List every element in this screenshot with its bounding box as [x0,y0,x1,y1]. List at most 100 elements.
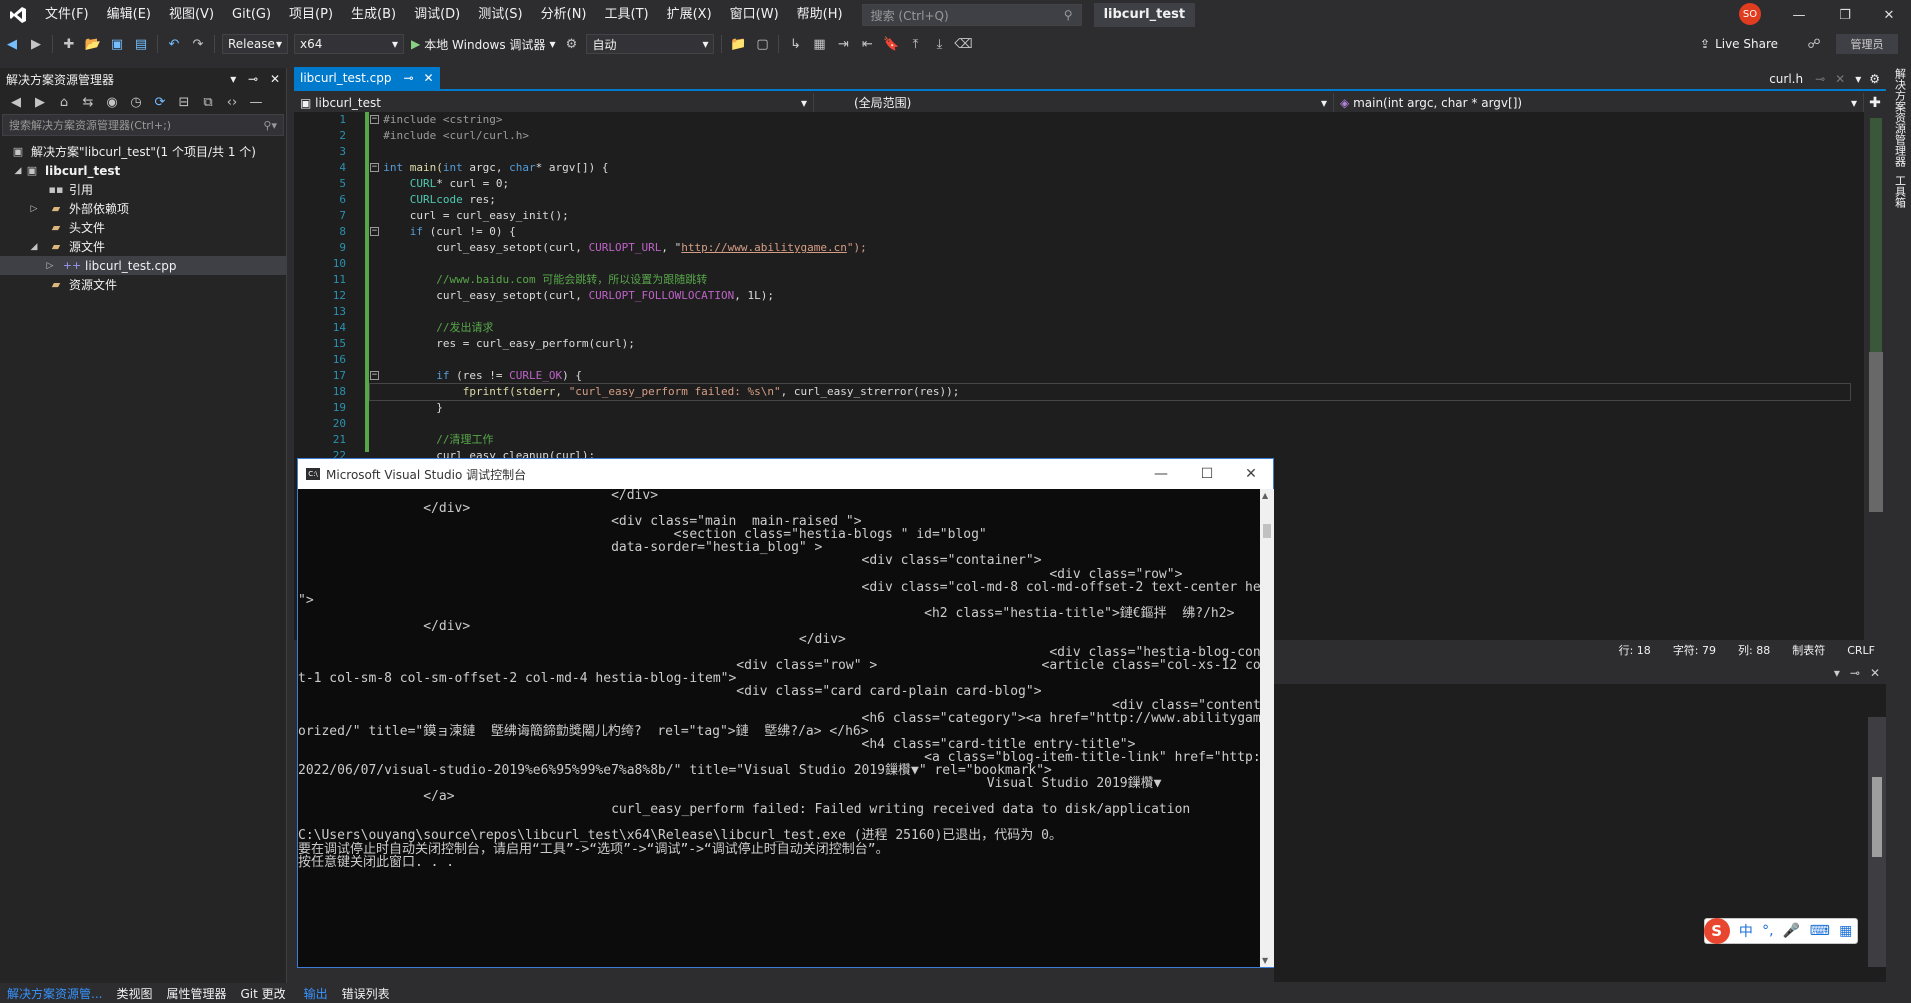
menu-test[interactable]: 测试(S) [469,0,531,30]
tab-property-manager[interactable]: 属性管理器 [159,985,233,1003]
menu-analyze[interactable]: 分析(N) [532,0,596,30]
status-char[interactable]: 字符: 79 [1673,642,1716,658]
tab-curl-h[interactable]: curl.h ⊸ ✕ ▾ ⚙ [1769,69,1880,89]
keyboard-icon[interactable]: ⌨ [1810,923,1830,939]
menu-tools[interactable]: 工具(T) [596,0,658,30]
close-icon[interactable]: ✕ [1870,666,1880,680]
restore-icon[interactable]: ❐ [1822,0,1868,30]
open-folder-icon[interactable]: 📂 [82,33,104,55]
screenshot-icon[interactable]: ▢ [751,33,773,55]
tree-item-solution[interactable]: ▣ 解决方案"libcurl_test"(1 个项目/共 1 个) [0,142,286,161]
mode-select[interactable]: 自动 ▾ [586,34,715,54]
git-icon[interactable]: ◉ [101,91,123,113]
format-icon[interactable]: ▦ [808,33,830,55]
menu-help[interactable]: 帮助(H) [788,0,852,30]
close-icon[interactable]: ✕ [1835,72,1845,86]
menu-window[interactable]: 窗口(W) [721,0,788,30]
member-select[interactable]: ◈ main(int argc, char * argv[]) ▾ [1334,93,1864,112]
menu-git[interactable]: Git(G) [223,0,280,30]
pin-icon[interactable]: ⊸ [248,72,258,86]
status-col[interactable]: 列: 88 [1738,642,1770,658]
menu-extensions[interactable]: 扩展(X) [658,0,721,30]
ime-punctuation-icon[interactable]: °, [1762,923,1773,939]
tree-item-external-deps[interactable]: ▷ ▰ 外部依赖项 [0,199,286,218]
tree-item-references[interactable]: ▪▪ 引用 [0,180,286,199]
fold-icon[interactable]: − [370,115,379,124]
console-output[interactable]: </div> </div> <div class="main main-rais… [298,489,1260,967]
tab-solution-explorer[interactable]: 解决方案资源管... [0,985,109,1003]
chevron-down-icon[interactable]: ▾ [230,72,236,86]
fold-icon[interactable]: − [370,371,379,380]
configuration-select[interactable]: Release ▾ [222,34,288,54]
tree-item-project[interactable]: ◢ ▣ libcurl_test [0,161,286,180]
collapsed-arrow-icon[interactable]: ▷ [44,261,56,271]
search-input[interactable]: 搜索 (Ctrl+Q) ⚲ [861,4,1082,26]
apps-icon[interactable]: ▦ [1839,923,1852,939]
side-tab-toolbox[interactable]: 工具箱 [1892,175,1908,208]
home-icon[interactable]: ⌂ [53,91,75,113]
menu-build[interactable]: 生成(B) [342,0,405,30]
clear-bookmark-icon[interactable]: ⌫ [952,33,974,55]
undo-icon[interactable]: ↶ [163,33,185,55]
pin-icon[interactable]: ⊸ [1850,666,1860,680]
tree-item-resource-files[interactable]: ▰ 资源文件 [0,275,286,294]
feedback-icon[interactable]: ☍ [1803,33,1825,55]
prev-bookmark-icon[interactable]: ⤒ [904,33,926,55]
attach-icon[interactable]: ⚙ [560,33,582,55]
save-all-icon[interactable]: ▤ [130,33,152,55]
sogou-logo-icon[interactable]: S [1703,918,1730,944]
side-tab-solution-explorer[interactable]: 解决方案资源管理器 [1892,68,1908,167]
tab-class-view[interactable]: 类视图 [109,985,159,1003]
collapse-all-icon[interactable]: ⊟ [173,91,195,113]
browse-icon[interactable]: 📁 [727,33,749,55]
ime-toolbar[interactable]: S 中 °, 🎤 ⌨ ▦ [1703,918,1858,944]
menu-view[interactable]: 视图(V) [160,0,223,30]
expanded-arrow-icon[interactable]: ◢ [12,166,24,176]
visual-studio-logo-icon[interactable] [0,0,36,30]
ime-chinese-mode[interactable]: 中 [1739,921,1753,941]
tree-item-cpp-file[interactable]: ▷ ++ libcurl_test.cpp [0,256,286,275]
gear-icon[interactable]: ⚙ [1869,72,1880,86]
scope-select[interactable]: (全局范围) ▾ [814,93,1334,112]
pin-icon[interactable]: ⊸ [403,71,413,85]
back-icon[interactable]: ◀ [1,33,23,55]
forward-icon[interactable]: ▶ [25,33,47,55]
forward-icon[interactable]: ▶ [29,91,51,113]
expanded-arrow-icon[interactable]: ◢ [28,242,40,252]
close-icon[interactable]: ✕ [1866,0,1911,30]
scrollbar-thumb[interactable] [1872,777,1882,857]
menu-file[interactable]: 文件(F) [36,0,98,30]
pin-icon[interactable]: ⊸ [1815,72,1825,86]
copy-icon[interactable]: ⧉ [197,91,219,113]
editor-scrollbar[interactable] [1866,112,1886,640]
menu-debug[interactable]: 调试(D) [405,0,469,30]
platform-select[interactable]: x64 ▾ [294,34,404,54]
new-project-icon[interactable]: ✚ [58,33,80,55]
save-icon[interactable]: ▣ [106,33,128,55]
step-icon[interactable]: ↳ [784,33,806,55]
chevron-down-icon[interactable]: ▾ [1834,666,1840,680]
tab-error-list[interactable]: 错误列表 [335,985,397,1003]
menu-project[interactable]: 项目(P) [280,0,342,30]
tab-output[interactable]: 输出 [297,985,335,1003]
split-add-icon[interactable]: ✚ [1864,95,1886,111]
maximize-icon[interactable]: ☐ [1184,459,1230,489]
close-icon[interactable]: ✕ [270,72,280,86]
sync-icon[interactable]: ⟳ [149,91,171,113]
back-icon[interactable]: ◀ [5,91,27,113]
close-icon[interactable]: ✕ [1228,459,1274,489]
console-scrollbar[interactable]: ▲ ▼ [1260,489,1274,967]
outdent-icon[interactable]: ⇤ [856,33,878,55]
avatar[interactable]: SO [1739,3,1761,25]
tab-git-changes[interactable]: Git 更改 [233,985,292,1003]
collapsed-arrow-icon[interactable]: ▷ [28,204,40,214]
minimize-icon[interactable]: — [1776,0,1822,30]
solution-search-input[interactable]: 搜索解决方案资源管理器(Ctrl+;) ⚲▾ [2,114,284,136]
indent-icon[interactable]: ⇥ [832,33,854,55]
minimize-icon[interactable]: — [1138,459,1184,489]
status-tabs[interactable]: 制表符 [1792,642,1825,658]
tree-item-source-files[interactable]: ◢ ▰ 源文件 [0,237,286,256]
menu-edit[interactable]: 编辑(E) [98,0,160,30]
tab-libcurl-test-cpp[interactable]: libcurl_test.cpp ⊸ ✕ [294,67,440,89]
console-titlebar[interactable]: C:\ Microsoft Visual Studio 调试控制台 — ☐ ✕ [298,459,1273,489]
